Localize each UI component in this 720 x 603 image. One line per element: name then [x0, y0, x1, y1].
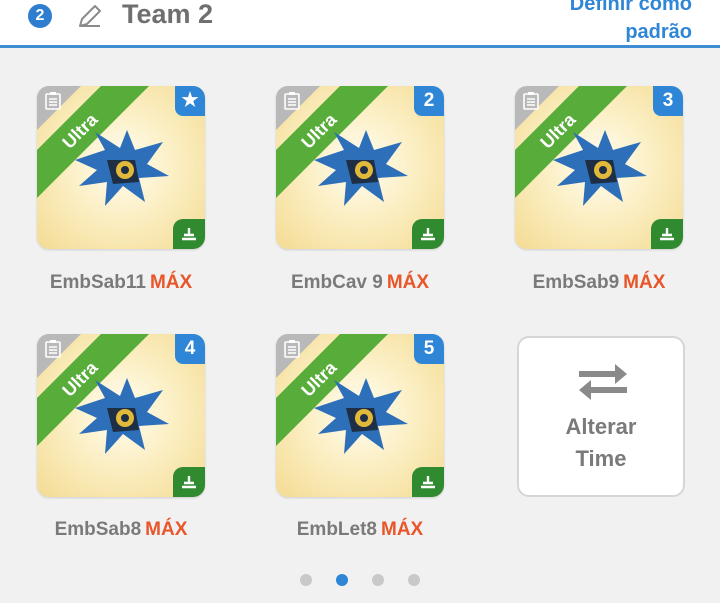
level-label: MÁX	[145, 519, 188, 540]
element-icon	[651, 219, 683, 249]
dragon-name: EmbSab8	[54, 519, 142, 540]
level-label: MÁX	[149, 272, 193, 293]
dragon-card-3[interactable]: Ultra 3	[515, 86, 683, 249]
dragon-card-4[interactable]: Ultra 4	[37, 334, 205, 497]
change-team-label-line2: Time	[575, 446, 627, 471]
card-label-3: EmbSab9 MÁX	[499, 272, 699, 294]
set-default-line1: Definir como	[569, 0, 692, 15]
team-name[interactable]: Team 2	[122, 0, 213, 30]
dragon-icon	[75, 378, 169, 454]
dragon-name: EmbSab11	[49, 272, 146, 293]
position-badge: 4	[175, 334, 205, 364]
dragon-name: EmbLet8	[296, 519, 377, 540]
change-team-button[interactable]: Alterar Time	[517, 336, 685, 497]
swap-arrows-icon	[579, 364, 627, 400]
position-badge: 5	[414, 334, 444, 364]
change-team-label-line1: Alterar	[565, 414, 637, 439]
card-label-5: EmbLet8 MÁX	[260, 519, 460, 541]
notes-icon[interactable]	[284, 340, 300, 358]
page-dot-4[interactable]	[408, 574, 420, 586]
element-icon	[173, 467, 205, 497]
level-label: MÁX	[381, 519, 424, 540]
notes-icon[interactable]	[45, 340, 61, 358]
star-icon: ★	[175, 86, 205, 116]
dragon-name: EmbSab9	[532, 272, 620, 293]
card-label-1: EmbSab11 MÁX	[21, 272, 221, 294]
dragon-icon	[314, 130, 408, 206]
level-label: MÁX	[386, 272, 430, 293]
notes-icon[interactable]	[45, 92, 61, 110]
notes-icon[interactable]	[523, 92, 539, 110]
pencil-icon[interactable]	[76, 2, 104, 30]
page-dot-2[interactable]	[336, 574, 348, 586]
card-label-4: EmbSab8 MÁX	[21, 519, 221, 541]
set-default-line2: padrão	[625, 21, 692, 43]
position-badge: 3	[653, 86, 683, 116]
page-dot-3[interactable]	[372, 574, 384, 586]
notes-icon[interactable]	[284, 92, 300, 110]
element-icon	[412, 467, 444, 497]
team-number-badge: 2	[28, 4, 52, 28]
dragon-card-1[interactable]: Ultra ★	[37, 86, 205, 249]
card-label-2: EmbCav 9 MÁX	[260, 272, 460, 294]
dragon-icon	[314, 378, 408, 454]
position-badge: 2	[414, 86, 444, 116]
dragon-icon	[553, 130, 647, 206]
dragon-card-2[interactable]: Ultra 2	[276, 86, 444, 249]
element-icon	[412, 219, 444, 249]
dragon-card-5[interactable]: Ultra 5	[276, 334, 444, 497]
dragon-icon	[75, 130, 169, 206]
level-label: MÁX	[623, 272, 666, 293]
page-dot-1[interactable]	[300, 574, 312, 586]
team-header: 2 Team 2 Definir como padrão	[0, 0, 720, 48]
dragon-name: EmbCav 9	[290, 272, 383, 293]
element-icon	[173, 219, 205, 249]
set-default-button[interactable]: Definir como padrão	[570, 0, 692, 46]
